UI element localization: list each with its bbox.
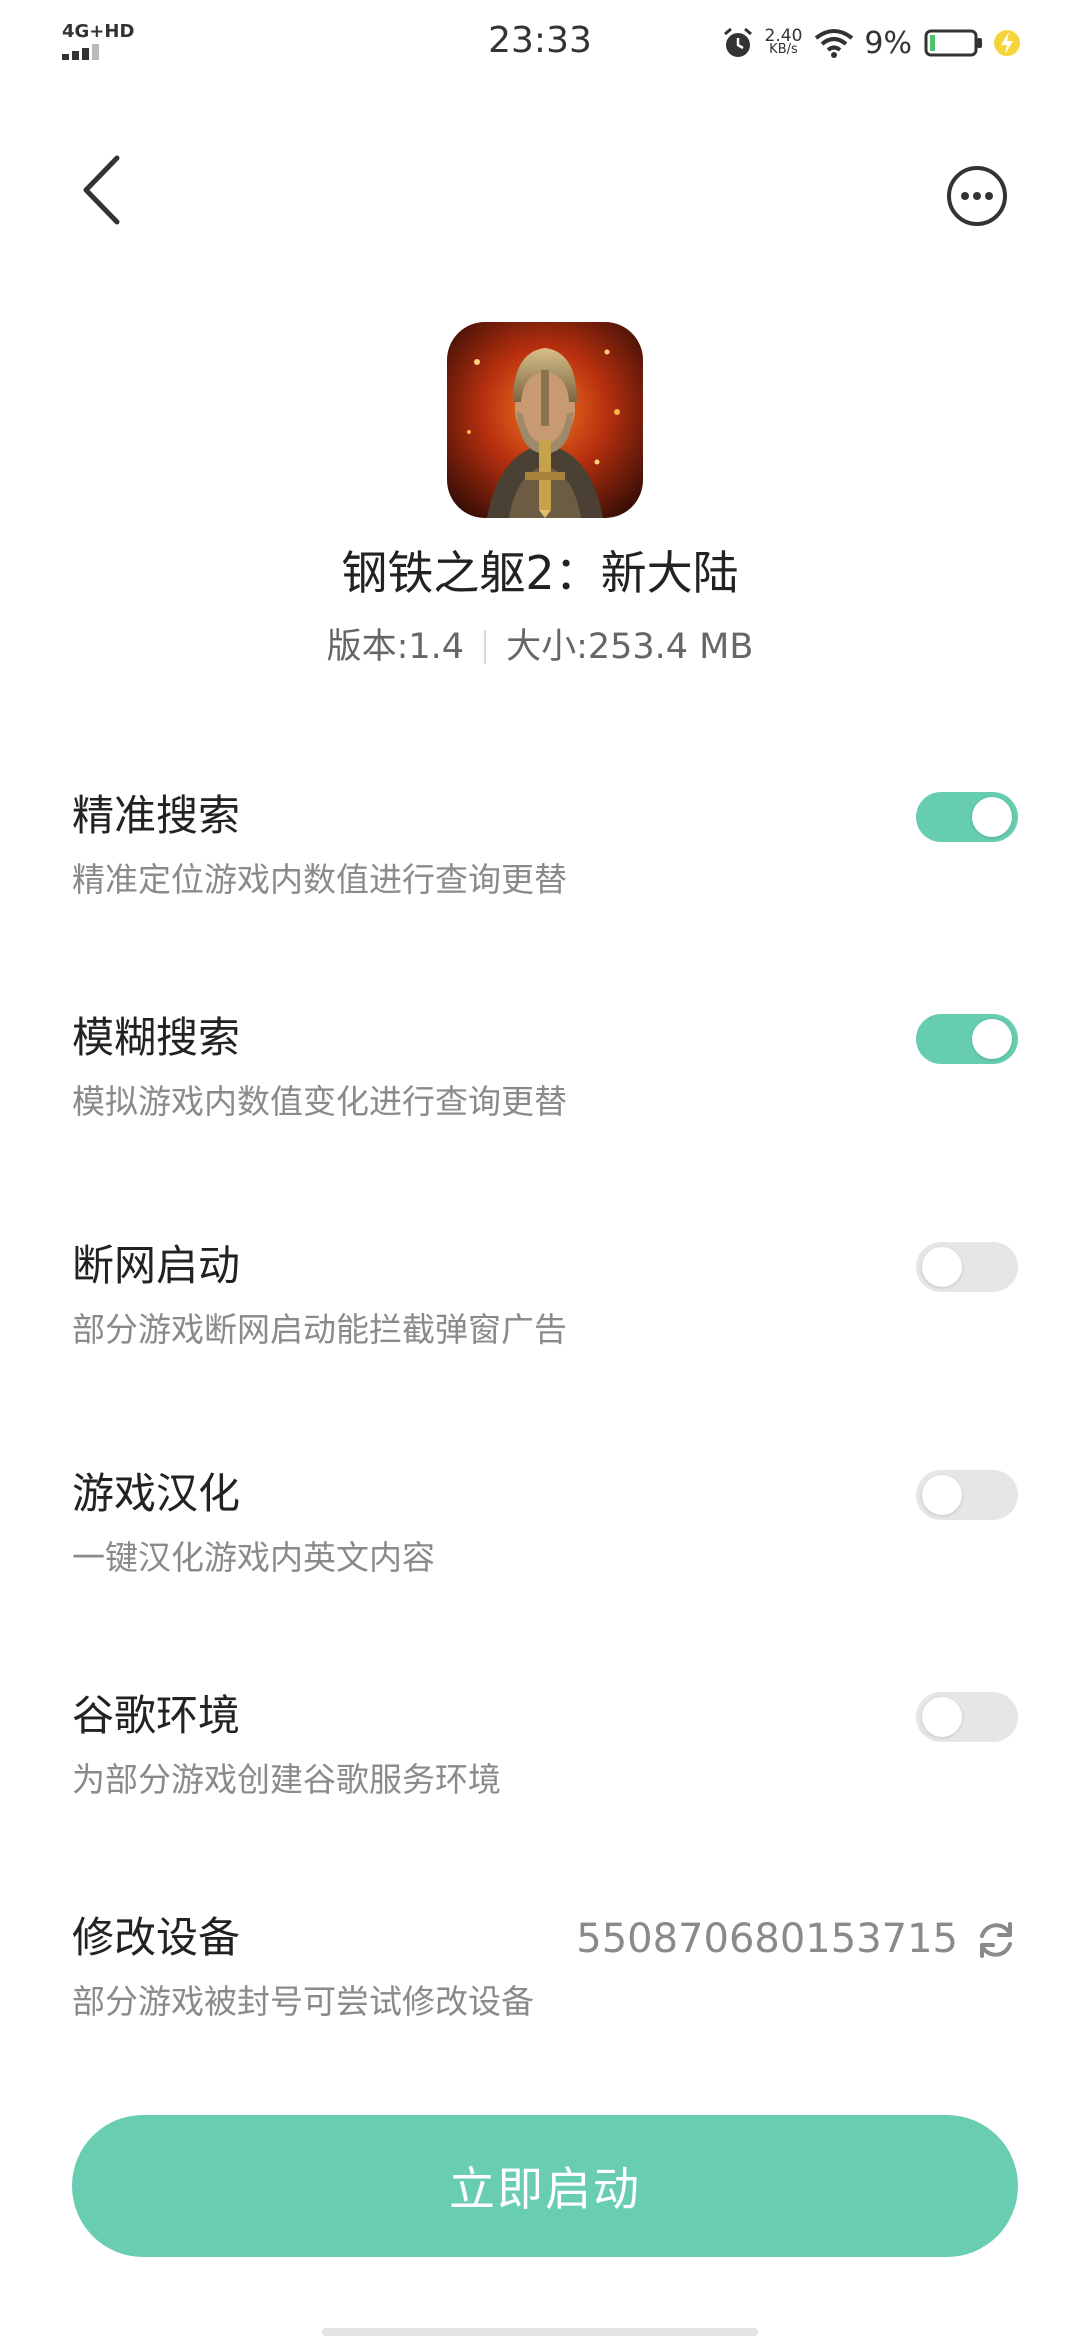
wifi-icon [815, 29, 854, 58]
setting-modify-device: 修改设备 部分游戏被封号可尝试修改设备 550870680153715 [72, 1908, 1018, 2058]
toggle-knob [922, 1697, 962, 1737]
offline-launch-toggle[interactable] [916, 1242, 1018, 1292]
app-size: 大小:253.4 MB [506, 627, 754, 667]
battery-percent: 9% [864, 25, 912, 61]
alarm-icon [723, 27, 752, 57]
setting-desc: 精准定位游戏内数值进行查询更替 [72, 860, 567, 899]
app-version: 版本:1.4 [326, 627, 465, 667]
device-id-value: 550870680153715 [576, 1916, 958, 1962]
app-title: 钢铁之躯2：新大陆 [341, 546, 739, 600]
setting-desc: 模拟游戏内数值变化进行查询更替 [72, 1082, 567, 1121]
setting-google-env: 谷歌环境 为部分游戏创建谷歌服务环境 [72, 1686, 1018, 1836]
setting-title: 修改设备 [72, 1913, 241, 1962]
setting-title: 谷歌环境 [72, 1691, 241, 1740]
toggle-knob [972, 1019, 1012, 1059]
game-localization-toggle[interactable] [916, 1470, 1018, 1520]
net-speed-unit: KB/s [769, 42, 798, 57]
home-indicator [322, 2328, 758, 2336]
toggle-knob [972, 797, 1012, 837]
game-app-icon [447, 322, 643, 518]
setting-title: 精准搜索 [72, 791, 241, 840]
fuzzy-search-toggle[interactable] [916, 1014, 1018, 1064]
setting-game-localization: 游戏汉化 一键汉化游戏内英文内容 [72, 1464, 1018, 1614]
app-meta: 版本:1.4 大小:253.4 MB [0, 620, 1080, 674]
setting-title: 断网启动 [72, 1241, 241, 1290]
toggle-knob [922, 1475, 962, 1515]
google-env-toggle[interactable] [916, 1692, 1018, 1742]
toggle-knob [922, 1247, 962, 1287]
setting-fuzzy-search: 模糊搜索 模拟游戏内数值变化进行查询更替 [72, 1008, 1018, 1158]
setting-desc: 一键汉化游戏内英文内容 [72, 1538, 435, 1577]
status-bar: 4G+HD 23:33 2.40 KB/s 9% [0, 0, 1080, 84]
status-right-group: 2.40 KB/s 9% [721, 18, 1022, 68]
more-horizontal-icon[interactable] [946, 165, 1008, 227]
setting-title: 游戏汉化 [72, 1469, 241, 1518]
meta-divider [484, 630, 487, 664]
setting-precise-search: 精准搜索 精准定位游戏内数值进行查询更替 [72, 786, 1018, 936]
setting-desc: 为部分游戏创建谷歌服务环境 [72, 1760, 501, 1799]
precise-search-toggle[interactable] [916, 792, 1018, 842]
charging-icon [994, 30, 1020, 56]
refresh-icon[interactable] [974, 1918, 1018, 1962]
launch-now-button[interactable]: 立即启动 [72, 2115, 1018, 2257]
setting-desc: 部分游戏断网启动能拦截弹窗广告 [72, 1310, 567, 1349]
chevron-left-icon[interactable] [72, 150, 132, 230]
setting-desc: 部分游戏被封号可尝试修改设备 [72, 1982, 534, 2021]
net-speed-value: 2.40 [764, 26, 803, 46]
net-speed: 2.40 KB/s [764, 26, 803, 57]
setting-offline-launch: 断网启动 部分游戏断网启动能拦截弹窗广告 [72, 1236, 1018, 1386]
setting-title: 模糊搜索 [72, 1013, 241, 1062]
battery-icon [924, 29, 982, 57]
